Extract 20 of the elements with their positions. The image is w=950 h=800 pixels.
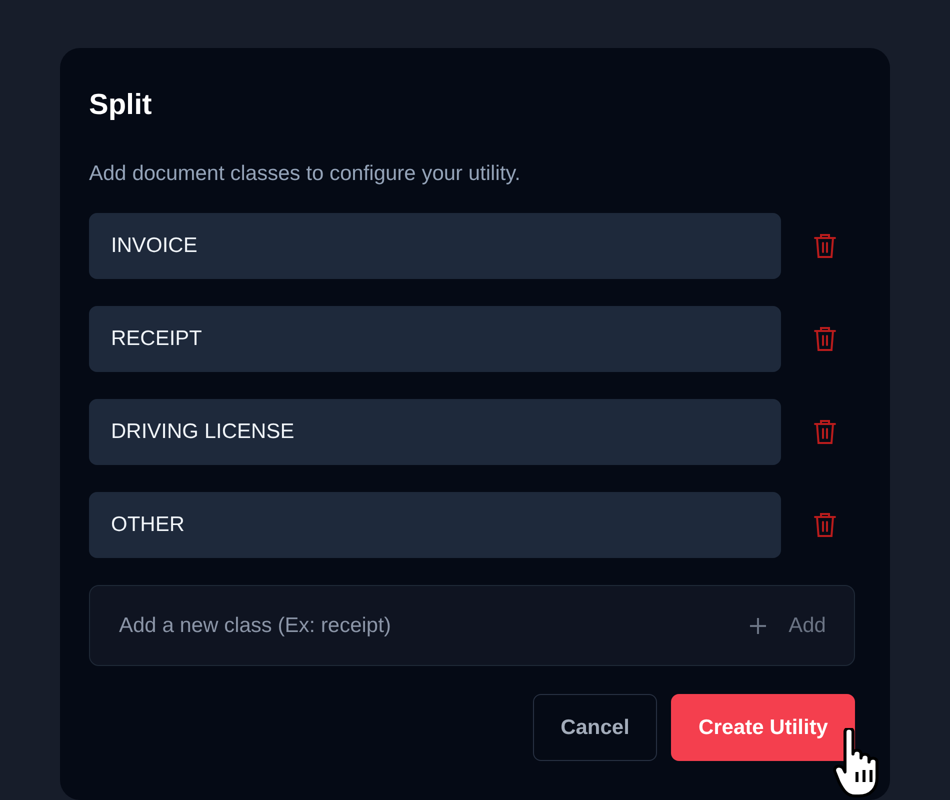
new-class-field[interactable]: Add a new class (Ex: receipt) Add [89, 585, 855, 666]
class-field[interactable]: OTHER [89, 492, 781, 558]
dialog-description: Add document classes to configure your utility. [89, 161, 522, 187]
delete-button[interactable] [812, 418, 838, 446]
delete-button[interactable] [812, 232, 838, 260]
class-field[interactable]: RECEIPT [89, 306, 781, 372]
dialog-title: Split [89, 88, 152, 123]
trash-icon [814, 419, 836, 445]
delete-button[interactable] [812, 325, 838, 353]
cancel-button[interactable]: Cancel [532, 694, 658, 761]
hand-cursor-icon [833, 728, 879, 798]
trash-icon [814, 512, 836, 538]
class-field[interactable]: DRIVING LICENSE [89, 399, 781, 465]
class-field[interactable]: INVOICE [89, 213, 781, 279]
trash-icon [814, 326, 836, 352]
delete-button[interactable] [812, 511, 838, 539]
add-button[interactable]: Add [748, 614, 826, 638]
trash-icon [814, 233, 836, 259]
create-button[interactable]: Create Utility [671, 694, 855, 761]
plus-icon [748, 616, 767, 634]
